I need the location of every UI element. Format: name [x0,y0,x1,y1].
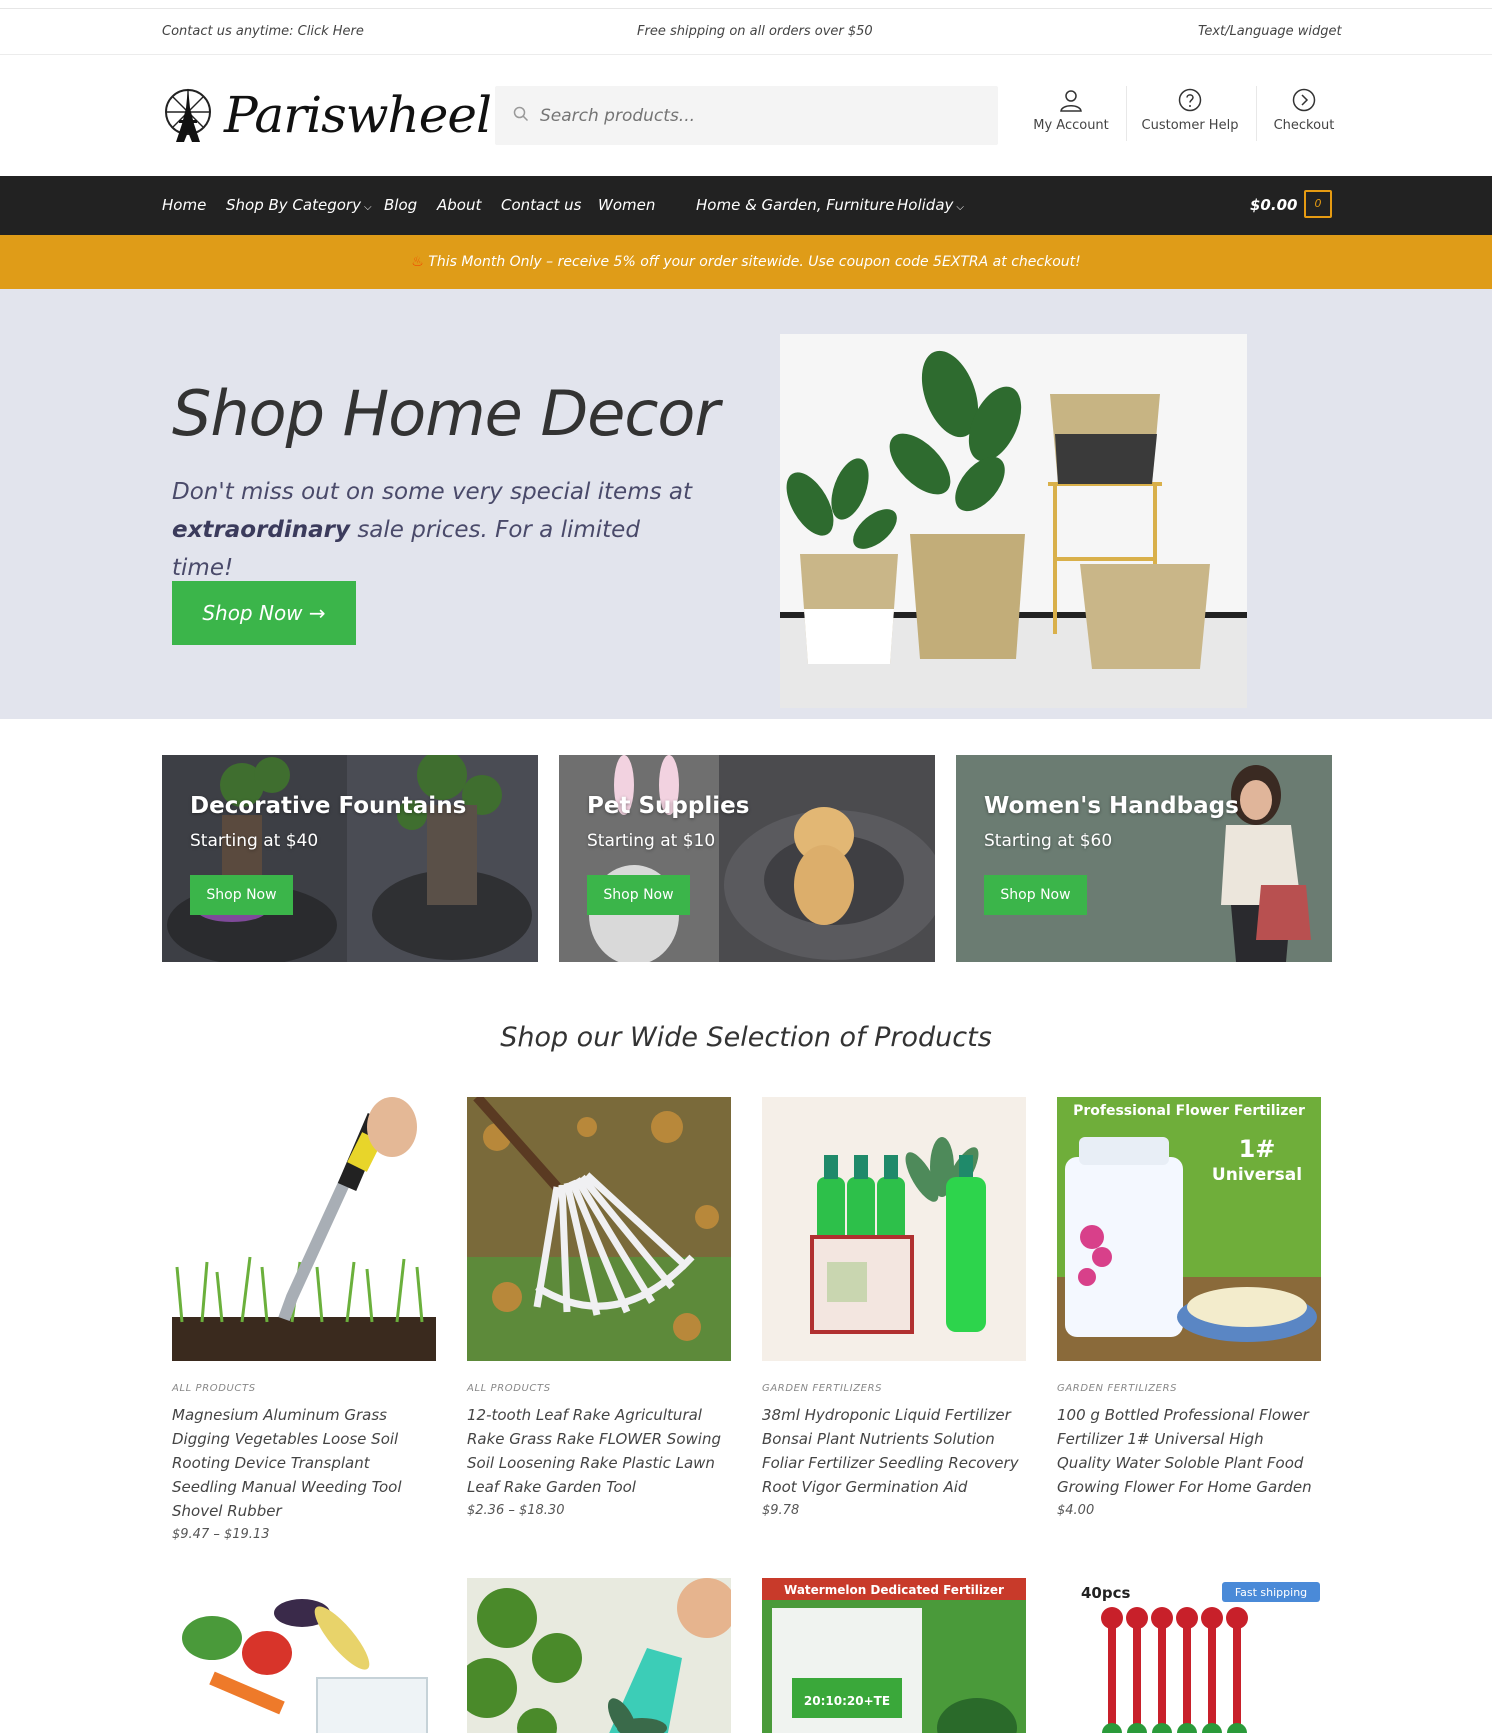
product-price: $2.36 – $18.30 [467,1503,565,1518]
promo-card-image [162,755,538,962]
search-input[interactable] [540,86,980,145]
product-image[interactable]: Watermelon Dedicated Fertilizer 20:10:20… [762,1578,1026,1733]
site-logo[interactable]: Pariswheel [162,86,492,146]
promo-shop-now-button[interactable]: Shop Now [984,875,1087,915]
product-card[interactable]: ALL PRODUCTS Magnesium Aluminum Grass Di… [172,1097,436,1542]
product-title[interactable]: 100 g Bottled Professional Flower Fertil… [1057,1403,1321,1499]
language-widget[interactable]: Text/Language widget [1198,24,1342,39]
my-account-link[interactable]: My Account [1016,88,1126,133]
product-price: $9.47 – $19.13 [172,1527,270,1542]
promo-text: This Month Only – receive 5% off your or… [428,254,1081,270]
nav-item-contact[interactable]: Contact us [501,196,581,214]
chevron-down-icon: ⌵ [956,202,964,213]
contact-link[interactable]: Contact us anytime: Click Here [162,24,364,39]
promo-card-image [559,755,935,962]
hero-image [780,334,1247,708]
user-icon [1060,90,1082,112]
product-category[interactable]: GARDEN FERTILIZERS [1057,1383,1321,1394]
product-image[interactable]: 40pcs Fast shipping [1057,1578,1321,1733]
logo-wordmark: Pariswheel [224,86,492,144]
promo-card-subtitle: Starting at $40 [190,831,319,851]
nav-item-women[interactable]: Women [598,196,655,214]
promo-card-pets[interactable]: Pet Supplies Starting at $10 Shop Now [559,755,935,962]
cart-total[interactable]: $0.00 [1250,196,1297,214]
promo-card-handbags[interactable]: Women's Handbags Starting at $60 Shop No… [956,755,1332,962]
image-universal-text: Universal [1212,1165,1302,1185]
promo-bar: ♨ This Month Only – receive 5% off your … [0,235,1492,289]
cart-bag-icon[interactable]: 0 [1304,190,1332,218]
question-circle-icon [1178,88,1202,112]
hero-text: Don't miss out on some very special item… [172,473,692,587]
product-image[interactable]: Professional Flower Fertilizer 1# Univer… [1057,1097,1321,1361]
top-bar: Contact us anytime: Click Here Free ship… [0,8,1492,55]
products-section-title: Shop our Wide Selection of Products [500,1022,992,1053]
promo-card-subtitle: Starting at $10 [587,831,716,851]
nav-item-about[interactable]: About [437,196,481,214]
product-category[interactable]: ALL PRODUCTS [172,1383,436,1394]
cart-count: 0 [1314,197,1322,210]
product-image[interactable] [172,1097,436,1361]
hero-section: Shop Home Decor Don't miss out on some v… [0,289,1492,719]
product-price: $4.00 [1057,1503,1095,1518]
checkout-link[interactable]: Checkout [1249,88,1359,133]
product-card[interactable] [172,1578,436,1733]
hero-text-part: Don't miss out on some very special item… [172,479,693,505]
product-card[interactable] [467,1578,731,1733]
main-nav: Home Shop By Category ⌵ Blog About Contac… [0,176,1492,235]
product-card[interactable]: Watermelon Dedicated Fertilizer 20:10:20… [762,1578,1026,1733]
search-box [495,86,998,145]
header-divider [1126,86,1127,141]
hero-text-bold: extraordinary [172,517,351,543]
image-banner-text: Watermelon Dedicated Fertilizer [784,1583,1004,1597]
promo-shop-now-button[interactable]: Shop Now [587,875,690,915]
product-card[interactable]: ALL PRODUCTS 12-tooth Leaf Rake Agricult… [467,1097,731,1518]
product-image[interactable] [467,1097,731,1361]
customer-help-label: Customer Help [1141,118,1239,133]
image-badge-text: Fast shipping [1235,1586,1307,1599]
product-card[interactable]: 40pcs Fast shipping [1057,1578,1321,1733]
shipping-notice: Free shipping on all orders over $50 [637,24,873,39]
product-image[interactable] [467,1578,731,1733]
my-account-label: My Account [1033,118,1109,133]
product-title[interactable]: Magnesium Aluminum Grass Digging Vegetab… [172,1403,436,1523]
product-image[interactable] [762,1097,1026,1361]
chevron-down-icon: ⌵ [363,202,372,213]
search-icon [513,106,529,122]
eiffel-tower-icon [165,88,211,142]
promo-card-image [956,755,1332,962]
nav-item-shop-by-category[interactable]: Shop By Category ⌵ [226,196,372,214]
product-title[interactable]: 38ml Hydroponic Liquid Fertilizer Bonsai… [762,1403,1026,1499]
product-card[interactable]: Professional Flower Fertilizer 1# Univer… [1057,1097,1321,1518]
arrow-circle-right-icon [1292,88,1316,112]
product-category[interactable]: GARDEN FERTILIZERS [762,1383,1026,1394]
nav-item-label: Holiday [897,196,954,214]
promo-card-title: Women's Handbags [984,793,1239,819]
customer-help-link[interactable]: Customer Help [1135,88,1245,133]
nav-item-home[interactable]: Home [162,196,206,214]
nav-item-label: Shop By Category [226,196,361,214]
promo-card-title: Decorative Fountains [190,793,467,819]
hero-shop-now-button[interactable]: Shop Now → [172,581,356,645]
site-header: Pariswheel My Account Customer Help Chec… [0,56,1492,176]
product-card[interactable]: GARDEN FERTILIZERS 38ml Hydroponic Liqui… [762,1097,1026,1518]
promo-card-subtitle: Starting at $60 [984,831,1113,851]
promo-card-fountains[interactable]: Decorative Fountains Starting at $40 Sho… [162,755,538,962]
image-banner-text: Professional Flower Fertilizer [1073,1103,1305,1119]
nav-item-home-garden[interactable]: Home & Garden, Furniture [696,196,894,214]
flame-icon: ♨ [411,254,424,270]
product-image[interactable] [172,1578,436,1733]
image-count-text: 40pcs [1081,1584,1131,1602]
checkout-label: Checkout [1273,118,1335,133]
product-title[interactable]: 12-tooth Leaf Rake Agricultural Rake Gra… [467,1403,731,1499]
promo-card-title: Pet Supplies [587,793,750,819]
product-price: $9.78 [762,1503,800,1518]
product-category[interactable]: ALL PRODUCTS [467,1383,731,1394]
promo-shop-now-button[interactable]: Shop Now [190,875,293,915]
image-number-text: 1# [1239,1135,1276,1163]
nav-item-blog[interactable]: Blog [384,196,417,214]
hero-title: Shop Home Decor [172,377,720,450]
image-label-text: 20:10:20+TE [804,1694,890,1708]
nav-item-holiday[interactable]: Holiday ⌵ [897,196,964,214]
